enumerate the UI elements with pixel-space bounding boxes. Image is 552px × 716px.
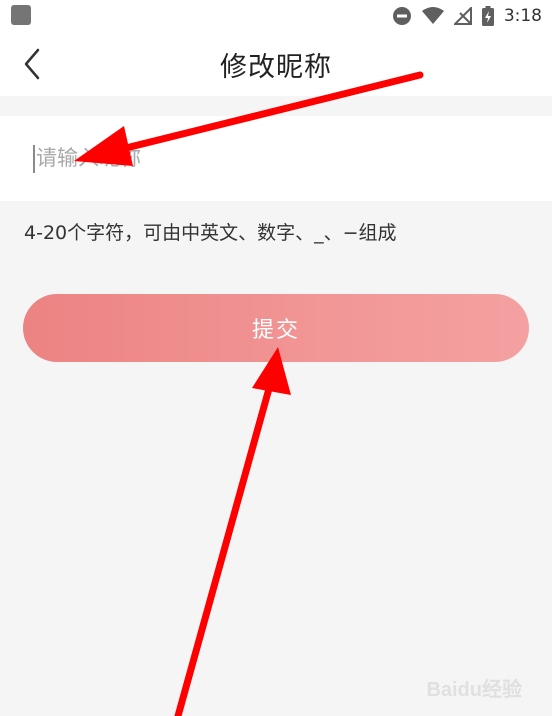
status-time: 3:18 bbox=[503, 6, 542, 26]
notification-icon bbox=[11, 5, 31, 25]
submit-button[interactable]: 提交 bbox=[23, 294, 529, 362]
status-bar: 3:18 bbox=[0, 0, 552, 32]
status-icons: 3:18 bbox=[392, 4, 542, 28]
header: 修改昵称 bbox=[0, 32, 552, 96]
watermark-logo: Baidu经验 bbox=[426, 679, 522, 701]
text-caret bbox=[33, 145, 35, 173]
nickname-hint: 4-20个字符，可由中英文、数字、_、−组成 bbox=[24, 222, 397, 244]
nickname-input[interactable] bbox=[36, 138, 516, 178]
battery-charging-icon bbox=[481, 6, 494, 26]
nickname-input-row[interactable] bbox=[0, 116, 552, 201]
annotation-arrow-to-button bbox=[174, 347, 291, 716]
page-title: 修改昵称 bbox=[220, 52, 332, 83]
wifi-icon bbox=[421, 7, 444, 24]
signal-icon bbox=[453, 7, 472, 25]
do-not-disturb-icon bbox=[392, 7, 411, 25]
